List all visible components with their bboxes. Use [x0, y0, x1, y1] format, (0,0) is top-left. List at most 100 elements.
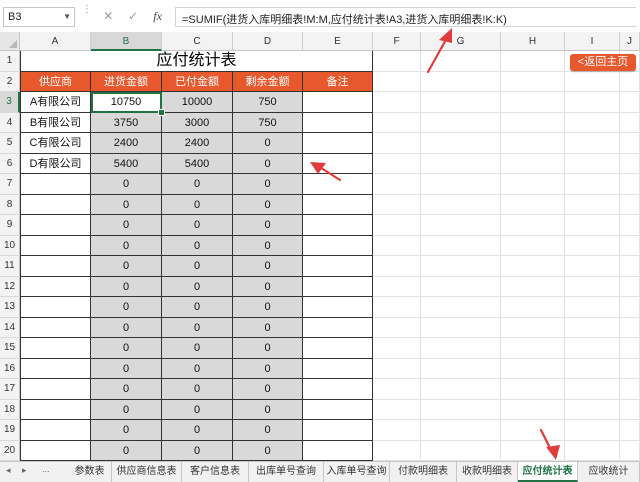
cell[interactable] [620, 133, 640, 154]
table-cell[interactable] [303, 379, 373, 400]
table-cell[interactable]: 0 [162, 338, 233, 359]
table-cell[interactable]: 0 [233, 235, 303, 256]
cell[interactable] [565, 317, 620, 338]
cell[interactable] [565, 399, 620, 420]
column-header-h[interactable]: H [501, 32, 565, 51]
cell[interactable] [620, 194, 640, 215]
cell[interactable] [565, 276, 620, 297]
back-to-home-button[interactable]: <返回主页 [570, 54, 636, 71]
sheet-tab[interactable]: 应收统计 [578, 462, 640, 482]
cell[interactable] [421, 276, 501, 297]
active-cell[interactable]: 10750 [91, 92, 162, 113]
table-cell[interactable]: 0 [91, 358, 162, 379]
tab-scroll-prev-icon[interactable]: ◂ [6, 465, 11, 476]
cell[interactable] [373, 440, 421, 461]
table-cell[interactable]: 0 [233, 194, 303, 215]
row-header-14[interactable]: 14 [0, 317, 20, 338]
table-header-cell[interactable]: 供应商 [20, 71, 91, 92]
fx-icon[interactable]: fx [148, 9, 168, 24]
table-cell[interactable]: 0 [91, 256, 162, 277]
cell[interactable] [421, 174, 501, 195]
cell[interactable] [501, 235, 565, 256]
cell[interactable] [501, 399, 565, 420]
cell[interactable] [501, 379, 565, 400]
table-cell[interactable]: 0 [233, 276, 303, 297]
table-cell[interactable]: 0 [91, 399, 162, 420]
column-header-d[interactable]: D [233, 32, 303, 51]
cell[interactable] [421, 440, 501, 461]
row-header-12[interactable]: 12 [0, 276, 20, 297]
table-cell[interactable]: 0 [162, 399, 233, 420]
table-cell[interactable] [303, 317, 373, 338]
table-cell[interactable]: 0 [233, 358, 303, 379]
table-cell[interactable]: 0 [91, 174, 162, 195]
cell[interactable] [620, 235, 640, 256]
sheet-tab[interactable]: 入库单号查询 [324, 462, 390, 482]
table-header-cell[interactable]: 已付金额 [162, 71, 233, 92]
row-header-9[interactable]: 9 [0, 215, 20, 236]
sheet-tab[interactable]: 出库单号查询 [249, 462, 324, 482]
cell[interactable] [565, 420, 620, 441]
table-cell[interactable]: 0 [233, 420, 303, 441]
table-cell[interactable] [303, 440, 373, 461]
cell[interactable] [620, 440, 640, 461]
table-cell[interactable] [303, 112, 373, 133]
cell[interactable] [565, 215, 620, 236]
cell[interactable] [501, 358, 565, 379]
row-header-18[interactable]: 18 [0, 399, 20, 420]
row-header-16[interactable]: 16 [0, 358, 20, 379]
table-cell[interactable] [20, 358, 91, 379]
cell[interactable] [421, 256, 501, 277]
row-header-3[interactable]: 3 [0, 92, 20, 113]
cell[interactable] [565, 358, 620, 379]
cell[interactable] [421, 71, 501, 92]
table-cell[interactable] [303, 358, 373, 379]
table-cell[interactable]: 0 [162, 420, 233, 441]
table-cell[interactable]: 5400 [91, 153, 162, 174]
column-header-a[interactable]: A [20, 32, 91, 51]
cell[interactable] [620, 174, 640, 195]
table-cell[interactable]: 0 [162, 358, 233, 379]
table-cell[interactable] [20, 379, 91, 400]
cell[interactable] [501, 440, 565, 461]
cell[interactable] [421, 317, 501, 338]
table-cell[interactable] [303, 215, 373, 236]
cell[interactable] [501, 297, 565, 318]
cell[interactable] [565, 440, 620, 461]
cell[interactable] [565, 297, 620, 318]
cell[interactable] [501, 51, 565, 72]
table-cell[interactable]: 0 [233, 399, 303, 420]
cell[interactable] [373, 235, 421, 256]
table-cell[interactable]: 0 [91, 235, 162, 256]
table-cell[interactable]: 5400 [162, 153, 233, 174]
row-header-4[interactable]: 4 [0, 112, 20, 133]
row-header-6[interactable]: 6 [0, 153, 20, 174]
table-cell[interactable] [20, 297, 91, 318]
table-cell[interactable]: 0 [91, 440, 162, 461]
table-header-cell[interactable]: 备注 [303, 71, 373, 92]
table-cell[interactable] [20, 174, 91, 195]
table-cell[interactable]: 0 [91, 276, 162, 297]
row-header-20[interactable]: 20 [0, 440, 20, 461]
cell[interactable] [565, 71, 620, 92]
sheet-tab[interactable]: 付款明细表 [390, 462, 457, 482]
row-header-2[interactable]: 2 [0, 71, 20, 92]
table-cell[interactable] [20, 276, 91, 297]
drag-handle-icon[interactable]: ⋮ [82, 5, 92, 26]
table-cell[interactable]: 750 [233, 92, 303, 113]
cell[interactable] [501, 256, 565, 277]
cell[interactable] [565, 92, 620, 113]
table-cell[interactable] [303, 133, 373, 154]
cell[interactable] [373, 338, 421, 359]
table-cell[interactable]: 0 [91, 297, 162, 318]
cell[interactable] [421, 297, 501, 318]
column-header-c[interactable]: C [162, 32, 233, 51]
cell[interactable] [373, 297, 421, 318]
table-cell[interactable]: 3000 [162, 112, 233, 133]
cell[interactable] [565, 256, 620, 277]
cell[interactable] [620, 215, 640, 236]
cell[interactable] [373, 92, 421, 113]
table-cell[interactable]: 0 [233, 133, 303, 154]
table-cell[interactable] [303, 399, 373, 420]
cell[interactable] [501, 338, 565, 359]
